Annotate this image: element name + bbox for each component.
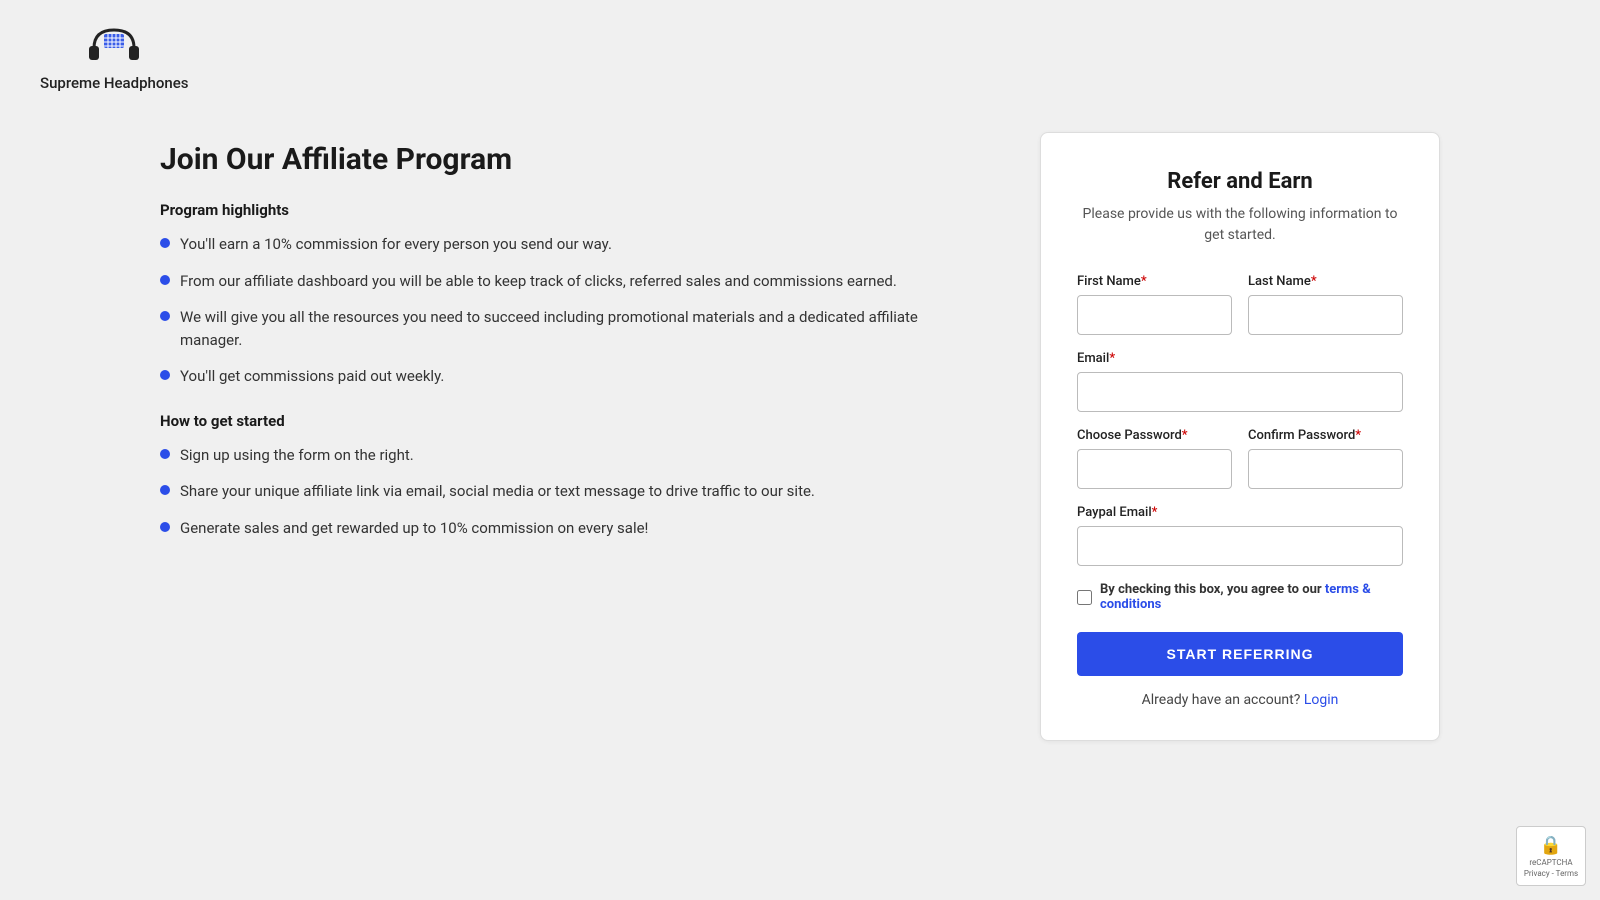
how-list: Sign up using the form on the right. Sha…: [160, 444, 980, 540]
last-name-input[interactable]: [1248, 295, 1403, 335]
confirm-password-label: Confirm Password*: [1248, 428, 1403, 443]
confirm-password-input[interactable]: [1248, 449, 1403, 489]
left-panel: Join Our Affiliate Program Program highl…: [160, 132, 980, 741]
bullet-dot: [160, 370, 170, 380]
page-title: Join Our Affiliate Program: [160, 142, 980, 177]
right-panel: Refer and Earn Please provide us with th…: [1040, 132, 1440, 741]
highlight-text-2: From our affiliate dashboard you will be…: [180, 270, 897, 293]
password-row: Choose Password* Confirm Password*: [1077, 428, 1403, 489]
bullet-dot: [160, 275, 170, 285]
terms-text: By checking this box, you agree to our t…: [1100, 582, 1403, 612]
list-item: From our affiliate dashboard you will be…: [160, 270, 980, 293]
logo-area: Supreme Headphones: [40, 20, 188, 92]
main-content: Join Our Affiliate Program Program highl…: [0, 112, 1600, 781]
first-name-input[interactable]: [1077, 295, 1232, 335]
list-item: Sign up using the form on the right.: [160, 444, 980, 467]
recaptcha-icon: 🔒: [1540, 835, 1562, 856]
last-name-label: Last Name*: [1248, 274, 1403, 289]
highlight-text-4: You'll get commissions paid out weekly.: [180, 365, 444, 388]
required-star: *: [1355, 428, 1361, 443]
list-item: Generate sales and get rewarded up to 10…: [160, 517, 980, 540]
form-card: Refer and Earn Please provide us with th…: [1040, 132, 1440, 741]
form-title: Refer and Earn: [1077, 169, 1403, 194]
required-star: *: [1311, 274, 1317, 289]
login-text: Already have an account?: [1142, 692, 1301, 708]
list-item: You'll earn a 10% commission for every p…: [160, 233, 980, 256]
recaptcha-links: Privacy - Terms: [1524, 869, 1578, 878]
terms-checkbox[interactable]: [1077, 590, 1092, 605]
login-link[interactable]: Login: [1304, 692, 1339, 708]
required-star: *: [1152, 505, 1158, 520]
highlights-list: You'll earn a 10% commission for every p…: [160, 233, 980, 388]
page-header: Supreme Headphones: [0, 0, 1600, 112]
required-star: *: [1182, 428, 1188, 443]
email-group: Email*: [1077, 351, 1403, 412]
first-name-group: First Name*: [1077, 274, 1232, 335]
choose-password-group: Choose Password*: [1077, 428, 1232, 489]
email-label: Email*: [1077, 351, 1403, 366]
submit-button[interactable]: START REFERRING: [1077, 632, 1403, 676]
how-text-2: Share your unique affiliate link via ema…: [180, 480, 815, 503]
brand-logo-icon: [84, 20, 144, 70]
email-row: Email*: [1077, 351, 1403, 412]
bullet-dot: [160, 449, 170, 459]
required-star: *: [1109, 351, 1115, 366]
required-star: *: [1141, 274, 1147, 289]
list-item: You'll get commissions paid out weekly.: [160, 365, 980, 388]
recaptcha-badge: 🔒 reCAPTCHA Privacy - Terms: [1516, 826, 1586, 886]
paypal-row: Paypal Email*: [1077, 505, 1403, 566]
paypal-email-label: Paypal Email*: [1077, 505, 1403, 520]
how-text-3: Generate sales and get rewarded up to 10…: [180, 517, 648, 540]
recaptcha-label: reCAPTCHA: [1529, 858, 1572, 867]
confirm-password-group: Confirm Password*: [1248, 428, 1403, 489]
paypal-email-input[interactable]: [1077, 526, 1403, 566]
paypal-email-group: Paypal Email*: [1077, 505, 1403, 566]
choose-password-input[interactable]: [1077, 449, 1232, 489]
email-input[interactable]: [1077, 372, 1403, 412]
how-to-heading: How to get started: [160, 412, 980, 430]
bullet-dot: [160, 522, 170, 532]
bullet-dot: [160, 311, 170, 321]
login-row: Already have an account? Login: [1077, 692, 1403, 708]
bullet-dot: [160, 238, 170, 248]
how-text-1: Sign up using the form on the right.: [180, 444, 414, 467]
bullet-dot: [160, 485, 170, 495]
last-name-group: Last Name*: [1248, 274, 1403, 335]
form-subtitle: Please provide us with the following inf…: [1077, 204, 1403, 246]
highlight-text-3: We will give you all the resources you n…: [180, 306, 980, 351]
name-row: First Name* Last Name*: [1077, 274, 1403, 335]
highlights-heading: Program highlights: [160, 201, 980, 219]
list-item: We will give you all the resources you n…: [160, 306, 980, 351]
choose-password-label: Choose Password*: [1077, 428, 1232, 443]
brand-name: Supreme Headphones: [40, 74, 188, 92]
terms-row: By checking this box, you agree to our t…: [1077, 582, 1403, 612]
highlight-text-1: You'll earn a 10% commission for every p…: [180, 233, 612, 256]
first-name-label: First Name*: [1077, 274, 1232, 289]
list-item: Share your unique affiliate link via ema…: [160, 480, 980, 503]
